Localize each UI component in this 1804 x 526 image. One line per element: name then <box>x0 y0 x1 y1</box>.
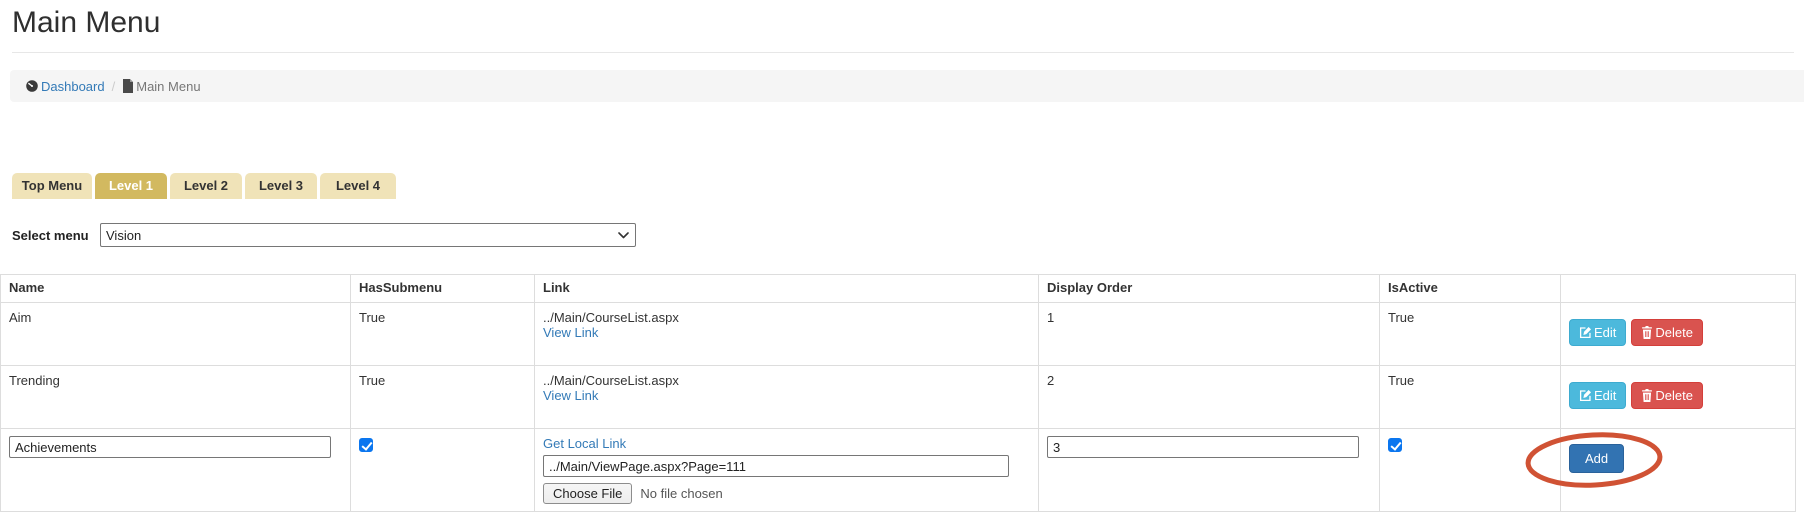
delete-button[interactable]: Delete <box>1631 319 1703 346</box>
display-order-input[interactable] <box>1047 436 1359 458</box>
select-menu-label: Select menu <box>12 228 100 243</box>
header-has-submenu: HasSubmenu <box>351 275 535 303</box>
main-menu-table: Name HasSubmenu Link Display Order IsAct… <box>0 274 1796 512</box>
table-header-row: Name HasSubmenu Link Display Order IsAct… <box>1 275 1796 303</box>
tab-level-4[interactable]: Level 4 <box>320 173 396 199</box>
page-title: Main Menu <box>12 6 1794 53</box>
cell-actions: Edit Delete <box>1561 366 1796 429</box>
breadcrumb: Dashboard / Main Menu <box>10 70 1804 102</box>
file-upload-control: Choose File No file chosen <box>543 483 1030 504</box>
table-row: Trending True ../Main/CourseList.aspx Vi… <box>1 366 1796 429</box>
is-active-checkbox[interactable] <box>1388 438 1402 452</box>
edit-button-label: Edit <box>1594 325 1616 340</box>
cell-link: ../Main/CourseList.aspx View Link <box>535 366 1039 429</box>
delete-button[interactable]: Delete <box>1631 382 1703 409</box>
trash-icon <box>1641 326 1653 339</box>
pencil-square-icon <box>1579 326 1592 339</box>
breadcrumb-dashboard-label: Dashboard <box>41 79 105 94</box>
cell-is-active: True <box>1380 303 1561 366</box>
link-input[interactable] <box>543 455 1009 477</box>
edit-button-label: Edit <box>1594 388 1616 403</box>
link-url-text: ../Main/CourseList.aspx <box>543 373 1030 388</box>
name-input[interactable] <box>9 436 331 458</box>
cell-add-action: Add <box>1561 429 1796 512</box>
header-link: Link <box>535 275 1039 303</box>
pencil-square-icon <box>1579 389 1592 402</box>
header-actions <box>1561 275 1796 303</box>
table-row: Aim True ../Main/CourseList.aspx View Li… <box>1 303 1796 366</box>
menu-select-value: Vision <box>106 228 141 243</box>
speedometer-icon <box>25 79 39 93</box>
cell-has-submenu: True <box>351 366 535 429</box>
cell-display-order: 2 <box>1039 366 1380 429</box>
tab-level-1[interactable]: Level 1 <box>95 173 167 199</box>
select-menu-row: Select menu Vision <box>12 223 1804 247</box>
tab-level-3[interactable]: Level 3 <box>245 173 317 199</box>
tab-top-menu[interactable]: Top Menu <box>12 173 92 199</box>
level-tabs: Top Menu Level 1 Level 2 Level 3 Level 4 <box>12 173 1804 199</box>
no-file-chosen-text: No file chosen <box>640 486 722 501</box>
add-row: Get Local Link Choose File No file chose… <box>1 429 1796 512</box>
tab-level-2[interactable]: Level 2 <box>170 173 242 199</box>
cell-name: Aim <box>1 303 351 366</box>
cell-is-active-checkbox <box>1380 429 1561 512</box>
trash-icon <box>1641 389 1653 402</box>
cell-actions: Edit Delete <box>1561 303 1796 366</box>
cell-display-order-input <box>1039 429 1380 512</box>
cell-link: ../Main/CourseList.aspx View Link <box>535 303 1039 366</box>
delete-button-label: Delete <box>1655 388 1693 403</box>
cell-link-input: Get Local Link Choose File No file chose… <box>535 429 1039 512</box>
cell-has-submenu-checkbox <box>351 429 535 512</box>
cell-name: Trending <box>1 366 351 429</box>
delete-button-label: Delete <box>1655 325 1693 340</box>
file-icon <box>122 79 134 93</box>
header-is-active: IsActive <box>1380 275 1561 303</box>
breadcrumb-separator: / <box>112 79 116 94</box>
add-button[interactable]: Add <box>1569 444 1624 473</box>
add-button-wrapper: Add <box>1569 444 1624 473</box>
edit-button[interactable]: Edit <box>1569 319 1626 346</box>
has-submenu-checkbox[interactable] <box>359 438 373 452</box>
view-link[interactable]: View Link <box>543 325 598 340</box>
cell-has-submenu: True <box>351 303 535 366</box>
cell-is-active: True <box>1380 366 1561 429</box>
get-local-link[interactable]: Get Local Link <box>543 436 626 451</box>
breadcrumb-current: Main Menu <box>122 79 200 94</box>
cell-name-input <box>1 429 351 512</box>
cell-display-order: 1 <box>1039 303 1380 366</box>
view-link[interactable]: View Link <box>543 388 598 403</box>
edit-button[interactable]: Edit <box>1569 382 1626 409</box>
breadcrumb-current-label: Main Menu <box>136 79 200 94</box>
choose-file-button[interactable]: Choose File <box>543 483 632 504</box>
chevron-down-icon <box>618 232 629 239</box>
header-display-order: Display Order <box>1039 275 1380 303</box>
breadcrumb-dashboard-link[interactable]: Dashboard <box>25 79 105 94</box>
header-name: Name <box>1 275 351 303</box>
link-url-text: ../Main/CourseList.aspx <box>543 310 1030 325</box>
menu-select-dropdown[interactable]: Vision <box>100 223 636 247</box>
